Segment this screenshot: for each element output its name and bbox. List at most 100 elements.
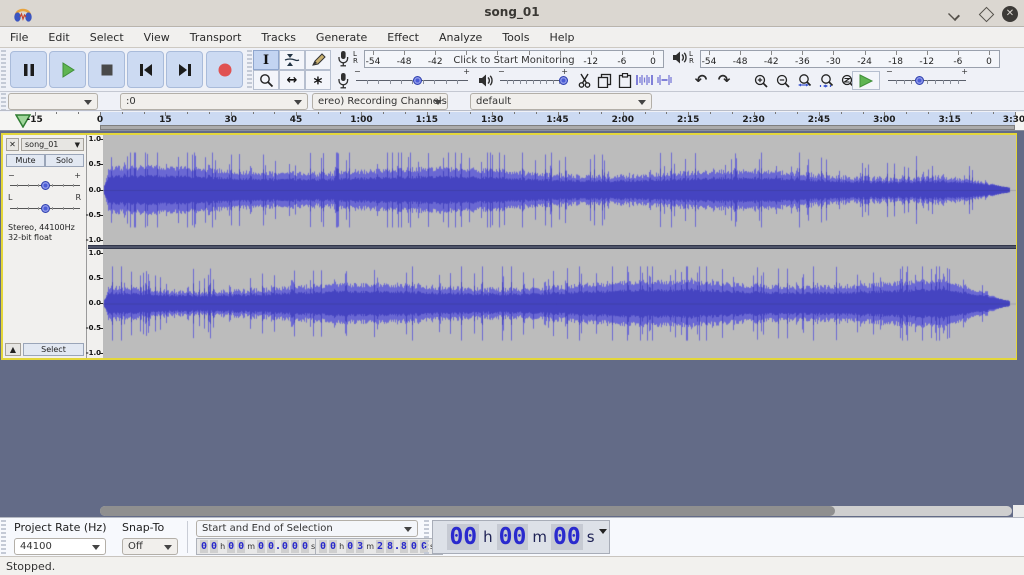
skip-to-start-button[interactable] bbox=[127, 51, 164, 88]
horizontal-scrollbar[interactable] bbox=[0, 505, 1024, 517]
selbar-grip[interactable] bbox=[1, 520, 6, 554]
stop-icon bbox=[99, 62, 115, 78]
play-speed-slider-thumb[interactable] bbox=[915, 76, 924, 85]
counter-grip[interactable] bbox=[424, 520, 429, 554]
play-at-speed-button[interactable] bbox=[852, 71, 880, 90]
recording-device-dropdown[interactable]: :0 bbox=[120, 93, 308, 110]
menu-transport[interactable]: Transport bbox=[180, 28, 252, 47]
quick-play-bar[interactable] bbox=[100, 125, 1015, 130]
timeline-ruler[interactable]: -1501530451:001:151:301:452:002:152:302:… bbox=[0, 112, 1024, 131]
mute-button[interactable]: Mute bbox=[6, 154, 45, 167]
transport-grip[interactable] bbox=[1, 50, 6, 90]
stop-button[interactable] bbox=[88, 51, 125, 88]
audio-host-dropdown[interactable] bbox=[8, 93, 98, 110]
ruler-label: 2:00 bbox=[612, 115, 634, 125]
skip-to-end-button[interactable] bbox=[166, 51, 203, 88]
ruler-label: 2:15 bbox=[677, 115, 699, 125]
playmeter[interactable]: -54-48-42-36-30-24-18-12-60 bbox=[700, 50, 1000, 68]
record-button[interactable] bbox=[206, 51, 243, 88]
playback-volume-slider-thumb[interactable] bbox=[559, 76, 568, 85]
solo-button[interactable]: Solo bbox=[45, 154, 84, 167]
zoom-tool-button[interactable] bbox=[253, 70, 279, 90]
gain-slider[interactable] bbox=[10, 180, 80, 190]
ruler-label: 1:00 bbox=[350, 115, 372, 125]
selection-toolbar: Project Rate (Hz) 44100 Snap-To Off Star… bbox=[0, 517, 1024, 556]
record-icon bbox=[217, 62, 233, 78]
pan-slider-thumb[interactable] bbox=[41, 204, 50, 213]
divider bbox=[187, 521, 188, 553]
close-button[interactable]: ✕ bbox=[1002, 6, 1018, 22]
waveform-right-channel[interactable] bbox=[103, 249, 1016, 358]
scrollbar-thumb[interactable] bbox=[100, 506, 835, 516]
copy-button[interactable] bbox=[595, 71, 614, 89]
paste-button[interactable] bbox=[615, 71, 634, 89]
draw-tool-button[interactable] bbox=[305, 50, 331, 70]
channel-separator[interactable] bbox=[88, 245, 1016, 249]
track-title-button[interactable]: song_01▼ bbox=[21, 138, 84, 151]
menu-generate[interactable]: Generate bbox=[306, 28, 377, 47]
ruler-label: 45 bbox=[290, 115, 303, 125]
silence-audio-button[interactable] bbox=[655, 71, 674, 89]
mic-icon bbox=[336, 50, 350, 67]
audio-position-counter[interactable]: 00h00m00s bbox=[432, 520, 610, 554]
pause-button[interactable] bbox=[10, 51, 47, 88]
vertical-scale-left[interactable]: 1.00.50.0-0.5-1.0 bbox=[88, 135, 103, 245]
menu-analyze[interactable]: Analyze bbox=[429, 28, 492, 47]
tools-grip[interactable] bbox=[247, 50, 252, 90]
pan-slider[interactable] bbox=[10, 203, 80, 213]
status-bar: Stopped. bbox=[0, 556, 1024, 575]
cut-button[interactable] bbox=[575, 71, 594, 89]
ruler-label: 30 bbox=[224, 115, 237, 125]
ruler-label: -15 bbox=[27, 115, 43, 125]
multi-tool-button[interactable]: * bbox=[305, 70, 331, 90]
menu-view[interactable]: View bbox=[134, 28, 180, 47]
menu-select[interactable]: Select bbox=[80, 28, 134, 47]
scrollbar-track[interactable] bbox=[100, 506, 1012, 516]
play-speed-slider[interactable]: −+ bbox=[888, 74, 966, 86]
recording-volume-slider[interactable]: −+ bbox=[356, 74, 468, 86]
selection-mode-dropdown[interactable]: Start and End of Selection bbox=[196, 520, 418, 537]
ruler-label: 2:30 bbox=[742, 115, 764, 125]
gain-slider-thumb[interactable] bbox=[41, 181, 50, 190]
ruler-label: 3:15 bbox=[938, 115, 960, 125]
trim-audio-button[interactable] bbox=[635, 71, 654, 89]
track-select-button[interactable]: Select bbox=[23, 343, 84, 356]
speaker-icon bbox=[672, 50, 689, 65]
redo-button[interactable]: ↷ bbox=[713, 71, 735, 89]
playback-volume-slider[interactable]: −+ bbox=[500, 74, 566, 86]
zoom-out-button[interactable] bbox=[772, 71, 793, 89]
undo-button[interactable]: ↶ bbox=[690, 71, 712, 89]
snap-to-dropdown[interactable]: Off bbox=[122, 538, 178, 555]
collapse-track-button[interactable]: ▲ bbox=[5, 343, 21, 356]
menu-help[interactable]: Help bbox=[539, 28, 584, 47]
track-song01[interactable]: ✕ song_01▼ Mute Solo − + L R bbox=[1, 133, 1017, 360]
zoom-fit-button[interactable] bbox=[816, 71, 837, 89]
playback-device-dropdown[interactable]: default bbox=[470, 93, 652, 110]
recording-channels-dropdown[interactable]: ereo) Recording Channels bbox=[312, 93, 448, 110]
maximize-button[interactable] bbox=[978, 6, 994, 22]
minimize-button[interactable] bbox=[946, 6, 962, 22]
track-canvas[interactable]: ✕ song_01▼ Mute Solo − + L R bbox=[0, 131, 1024, 505]
project-rate-dropdown[interactable]: 44100 bbox=[14, 538, 106, 555]
play-button[interactable] bbox=[49, 51, 86, 88]
track-close-button[interactable]: ✕ bbox=[6, 138, 19, 151]
recmeter[interactable]: -54-48-42-36-30-24-18-12-60Click to Star… bbox=[364, 50, 664, 68]
vertical-scale-right[interactable]: 1.00.50.0-0.5-1.0 bbox=[88, 249, 103, 358]
selection-tool-button[interactable]: I bbox=[253, 50, 279, 70]
zoom-selection-button[interactable] bbox=[794, 71, 815, 89]
recording-volume-slider-thumb[interactable] bbox=[413, 76, 422, 85]
meter-monitoring-text[interactable]: Click to Start Monitoring bbox=[450, 55, 577, 66]
menu-effect[interactable]: Effect bbox=[377, 28, 429, 47]
waveform-left-channel[interactable] bbox=[103, 135, 1016, 245]
menu-tools[interactable]: Tools bbox=[492, 28, 539, 47]
zoom-in-button[interactable] bbox=[750, 71, 771, 89]
envelope-tool-button[interactable] bbox=[279, 50, 305, 70]
device-grip[interactable] bbox=[1, 93, 6, 110]
selection-start-field[interactable]: 00h00m00.000s bbox=[196, 538, 324, 555]
window-title: song_01 bbox=[0, 5, 1024, 19]
meter-channel-labels: LR bbox=[689, 51, 694, 65]
menu-file[interactable]: File bbox=[0, 28, 38, 47]
menu-tracks[interactable]: Tracks bbox=[251, 28, 306, 47]
menu-edit[interactable]: Edit bbox=[38, 28, 79, 47]
time-shift-tool-button[interactable]: ↔ bbox=[279, 70, 305, 90]
